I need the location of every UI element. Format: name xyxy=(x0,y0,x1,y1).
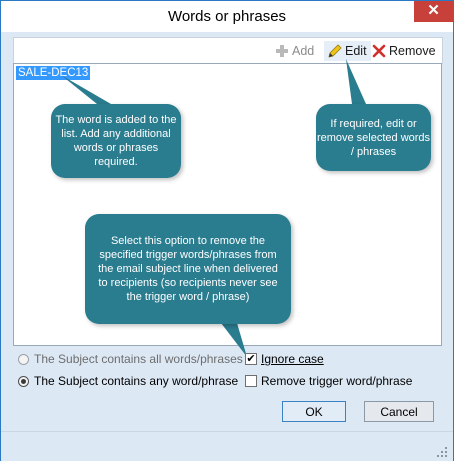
checkmark-icon: ✔ xyxy=(245,353,257,365)
ignore-case-checkbox[interactable]: ✔ Ignore case xyxy=(245,351,324,367)
callout-text: If required, edit or remove selected wor… xyxy=(316,117,431,158)
radio-any-word[interactable]: The Subject contains any word/phrase xyxy=(18,373,238,389)
status-bar xyxy=(1,431,453,461)
radio-indicator xyxy=(18,353,29,365)
remove-trigger-checkbox[interactable]: Remove trigger word/phrase xyxy=(245,373,412,389)
radio-any-word-label: The Subject contains any word/phrase xyxy=(34,374,239,388)
callout-text: Select this option to remove the specifi… xyxy=(98,235,278,303)
radio-all-words-label: The Subject contains all words/phrases xyxy=(34,352,243,366)
radio-all-words[interactable]: The Subject contains all words/phrases xyxy=(18,351,243,367)
ok-button[interactable]: OK xyxy=(282,401,346,422)
checkbox-box xyxy=(245,375,257,387)
radio-indicator xyxy=(18,375,29,387)
callout-text: The word is added to the list. Add any a… xyxy=(55,114,177,168)
callout-word-added: The word is added to the list. Add any a… xyxy=(51,104,181,178)
ignore-case-label: Ignore case xyxy=(261,352,324,366)
cancel-button[interactable]: Cancel xyxy=(364,401,434,422)
resize-grip-icon[interactable] xyxy=(437,447,447,457)
dialog-window: Words or phrases ✕ Add Edit Remove SALE-… xyxy=(0,0,454,461)
callout-edit-remove: If required, edit or remove selected wor… xyxy=(316,104,431,171)
remove-trigger-label: Remove trigger word/phrase xyxy=(261,374,413,388)
callout-remove-trigger: Select this option to remove the specifi… xyxy=(85,214,291,324)
